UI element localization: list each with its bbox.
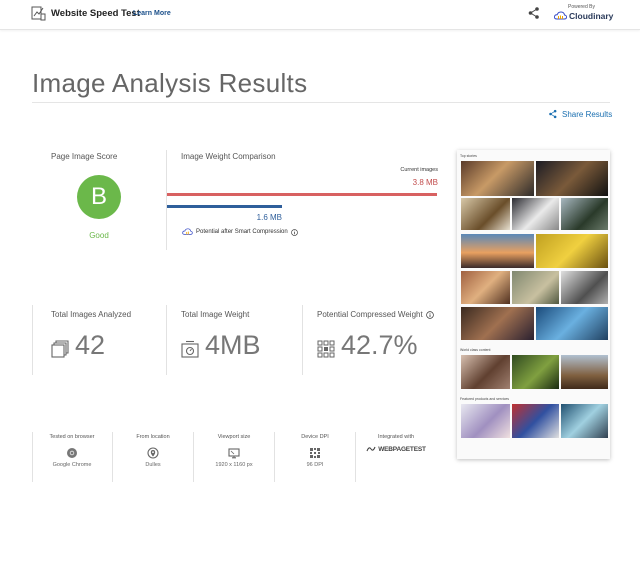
thumbnail-image	[536, 234, 608, 268]
potential-compressed-weight-label: Potential Compressed Weight	[317, 310, 434, 319]
info-icon[interactable]	[425, 310, 434, 319]
share-icon	[549, 109, 557, 119]
env-location-label: From location	[136, 434, 170, 440]
potential-compressed-weight-label-text: Potential Compressed Weight	[317, 310, 423, 319]
cloudinary-cloud-icon	[182, 228, 193, 235]
env-viewport-value: 1920 x 1160 px	[215, 462, 253, 468]
cloudinary-brand-name: Cloudinary	[569, 11, 614, 21]
webpagetest-swirl-icon	[366, 446, 376, 452]
stacked-images-icon	[51, 340, 69, 358]
env-location: From location Dulles	[113, 434, 193, 468]
env-viewport-label: Viewport size	[217, 434, 251, 440]
thumbnail-image	[536, 161, 608, 196]
divider	[166, 150, 167, 250]
thumbnail-image	[536, 307, 608, 340]
thumbnail-image	[512, 198, 559, 230]
app-title: Website Speed Test	[51, 8, 140, 19]
info-icon[interactable]	[290, 228, 298, 236]
title-divider	[32, 102, 610, 103]
thumbnail-image	[512, 404, 559, 438]
image-weight-comparison-label: Image Weight Comparison	[181, 152, 276, 161]
potential-weight-bar	[167, 205, 282, 208]
env-integration: Integrated with WEBPAGETEST	[356, 434, 436, 453]
share-results-label: Share Results	[562, 109, 613, 119]
divider	[32, 305, 33, 375]
learn-more-link[interactable]: Learn More	[133, 10, 171, 17]
env-browser: Tested on browser Google Chrome	[32, 434, 112, 468]
page-title: Image Analysis Results	[32, 68, 308, 98]
chrome-icon	[67, 448, 77, 458]
env-dpi-value: 96 DPI	[306, 462, 324, 468]
env-integration-label: Integrated with	[377, 434, 415, 440]
current-images-value: 3.8 MB	[412, 178, 438, 187]
current-images-label: Current images	[400, 167, 438, 173]
env-viewport: Viewport size 1920 x 1160 px	[194, 434, 274, 468]
current-weight-bar	[167, 193, 437, 196]
potential-weight-value: 1.6 MB	[256, 213, 282, 222]
divider	[166, 305, 167, 375]
thumbnail-image	[461, 198, 510, 230]
potential-caption-text: Potential after Smart Compression	[196, 229, 288, 235]
score-grade-text: Good	[89, 231, 109, 240]
page-screenshot-thumbnail: Top stories World class content Featured…	[457, 150, 610, 459]
viewport-icon	[228, 448, 240, 459]
potential-caption: Potential after Smart Compression	[182, 228, 298, 236]
thumbnail-image	[461, 307, 534, 340]
thumbnail-image	[461, 404, 510, 438]
webpagetest-logo[interactable]: WEBPAGETEST	[356, 445, 436, 453]
divider	[302, 305, 303, 375]
thumbnail-image	[561, 198, 608, 230]
total-images-label: Total Images Analyzed	[51, 310, 132, 319]
location-pin-icon	[147, 447, 159, 459]
thumbnail-section-top-stories: Top stories	[460, 154, 477, 158]
thumbnail-image	[461, 161, 534, 196]
app-header: Website Speed Test Learn More Powered By…	[0, 0, 640, 30]
potential-compressed-weight-value: 42.7%	[341, 330, 418, 360]
grid-compression-icon	[317, 340, 335, 358]
thumbnail-image	[461, 271, 510, 304]
thumbnail-section-world-class: World class content	[460, 348, 491, 352]
thumbnail-image	[561, 355, 608, 389]
page-image-score-label: Page Image Score	[51, 152, 118, 161]
env-browser-label: Tested on browser	[49, 434, 95, 440]
cloudinary-cloud-icon	[554, 11, 567, 20]
thumbnail-image	[512, 355, 559, 389]
thumbnail-image	[461, 355, 510, 389]
thumbnail-image	[461, 234, 534, 268]
thumbnail-image	[512, 271, 559, 304]
thumbnail-image	[561, 271, 608, 304]
share-results-button[interactable]: Share Results	[548, 109, 612, 119]
webpagetest-wordmark: WEBPAGETEST	[378, 445, 426, 453]
total-image-weight-label: Total Image Weight	[181, 310, 250, 319]
thumbnail-image	[561, 404, 608, 438]
speed-test-logo-icon[interactable]	[30, 5, 47, 22]
share-icon[interactable]	[527, 6, 541, 20]
total-image-weight-value: 4MB	[205, 330, 261, 360]
total-images-value: 42	[75, 330, 106, 360]
cloudinary-logo[interactable]: Cloudinary	[554, 10, 613, 22]
env-location-value: Dulles	[145, 462, 161, 468]
dpi-grid-icon	[310, 448, 320, 458]
env-dpi-label: Device DPI	[301, 434, 329, 440]
score-grade-badge: B	[77, 175, 121, 219]
env-browser-value: Google Chrome	[52, 462, 92, 468]
env-dpi: Device DPI 96 DPI	[275, 434, 355, 468]
thumbnail-section-featured: Featured products and services	[460, 397, 510, 401]
weight-scale-icon	[181, 340, 199, 358]
